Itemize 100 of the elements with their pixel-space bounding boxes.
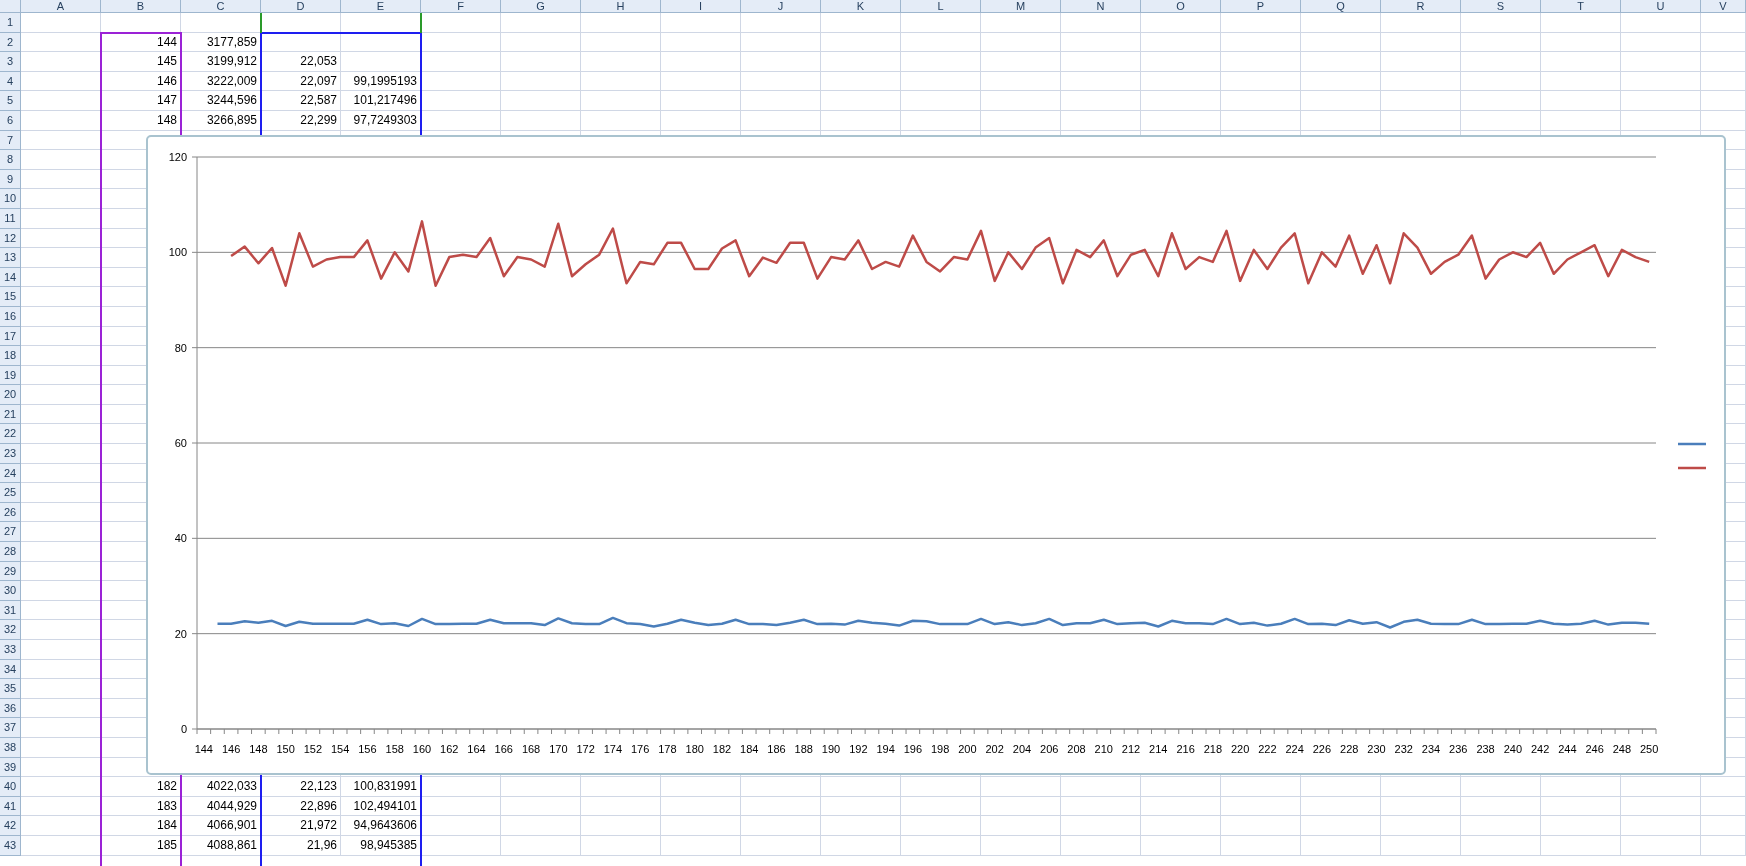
axis-tick-label: 244 bbox=[1558, 743, 1577, 755]
axis-tick-label: 190 bbox=[821, 743, 841, 755]
column-header[interactable]: P bbox=[1221, 0, 1301, 13]
axis-tick-label: 220 bbox=[1230, 743, 1250, 755]
row-header[interactable]: 3 bbox=[0, 52, 21, 72]
axis-tick-label: 156 bbox=[358, 743, 377, 755]
row-header[interactable]: 37 bbox=[0, 718, 21, 738]
row-header[interactable]: 10 bbox=[0, 189, 21, 209]
axis-tick-label: 186 bbox=[767, 743, 786, 755]
row-header[interactable]: 25 bbox=[0, 483, 21, 503]
axis-tick-label: 238 bbox=[1476, 743, 1495, 755]
column-header[interactable]: V bbox=[1701, 0, 1746, 13]
axis-tick-label: 218 bbox=[1203, 743, 1223, 755]
axis-tick-label: 236 bbox=[1449, 743, 1468, 755]
row-header[interactable]: 8 bbox=[0, 150, 21, 170]
axis-tick-label: 198 bbox=[930, 743, 950, 755]
axis-tick-label: 196 bbox=[903, 743, 923, 755]
row-header[interactable]: 15 bbox=[0, 287, 21, 307]
axis-tick-label: 230 bbox=[1367, 743, 1386, 755]
axis-tick-label: 178 bbox=[658, 743, 677, 755]
axis-tick-label: 80 bbox=[174, 341, 187, 354]
row-header[interactable]: 5 bbox=[0, 91, 21, 111]
column-header[interactable]: R bbox=[1381, 0, 1461, 13]
axis-tick-label: 158 bbox=[385, 743, 404, 755]
column-header[interactable]: J bbox=[741, 0, 821, 13]
axis-tick-label: 232 bbox=[1394, 743, 1413, 755]
axis-tick-label: 242 bbox=[1530, 743, 1550, 755]
column-header[interactable]: B bbox=[101, 0, 181, 13]
axis-tick-label: 200 bbox=[958, 743, 977, 755]
axis-tick-label: 100 bbox=[168, 246, 187, 259]
column-header[interactable]: T bbox=[1541, 0, 1621, 13]
axis-tick-label: 120 bbox=[168, 151, 187, 163]
axis-tick-label: 170 bbox=[549, 743, 568, 755]
axis-tick-label: 160 bbox=[412, 743, 432, 755]
column-header[interactable]: F bbox=[421, 0, 501, 13]
axis-tick-label: 204 bbox=[1012, 743, 1032, 755]
axis-tick-label: 202 bbox=[985, 743, 1004, 755]
axis-tick-label: 246 bbox=[1585, 743, 1604, 755]
column-header[interactable]: I bbox=[661, 0, 741, 13]
axis-tick-label: 192 bbox=[849, 743, 868, 755]
column-header[interactable]: U bbox=[1621, 0, 1701, 13]
column-header[interactable]: O bbox=[1141, 0, 1221, 13]
row-header[interactable]: 42 bbox=[0, 816, 21, 836]
column-header[interactable]: N bbox=[1061, 0, 1141, 13]
row-header[interactable]: 33 bbox=[0, 640, 21, 660]
axis-tick-label: 0 bbox=[180, 723, 187, 735]
axis-tick-label: 180 bbox=[685, 743, 704, 755]
column-header[interactable]: L bbox=[901, 0, 981, 13]
axis-tick-label: 182 bbox=[712, 743, 732, 755]
axis-tick-label: 154 bbox=[331, 743, 350, 755]
axis-tick-label: 166 bbox=[494, 743, 513, 755]
column-header[interactable]: S bbox=[1461, 0, 1541, 13]
column-header[interactable]: E bbox=[341, 0, 421, 13]
axis-tick-label: 188 bbox=[794, 743, 813, 755]
axis-tick-label: 224 bbox=[1285, 743, 1304, 755]
axis-tick-label: 240 bbox=[1503, 743, 1522, 755]
axis-tick-label: 214 bbox=[1149, 743, 1168, 755]
axis-tick-label: 174 bbox=[603, 743, 623, 755]
axis-tick-label: 226 bbox=[1312, 743, 1332, 755]
axis-tick-label: 40 bbox=[174, 532, 187, 545]
row-header[interactable]: 22 bbox=[0, 424, 21, 445]
row-header[interactable]: 27 bbox=[0, 522, 21, 543]
column-header[interactable]: A bbox=[21, 0, 101, 13]
axis-tick-label: 248 bbox=[1612, 743, 1632, 755]
axis-tick-label: 172 bbox=[576, 743, 595, 755]
axis-tick-label: 212 bbox=[1121, 743, 1141, 755]
axis-tick-label: 146 bbox=[221, 743, 241, 755]
column-header[interactable]: D bbox=[261, 0, 341, 13]
axis-tick-label: 216 bbox=[1176, 743, 1195, 755]
column-header[interactable]: C bbox=[181, 0, 261, 13]
axis-tick-label: 168 bbox=[521, 743, 541, 755]
row-header[interactable]: 18 bbox=[0, 346, 21, 366]
axis-tick-label: 150 bbox=[276, 743, 295, 755]
axis-tick-label: 144 bbox=[194, 743, 213, 755]
axis-tick-label: 184 bbox=[740, 743, 759, 755]
axis-tick-label: 228 bbox=[1340, 743, 1359, 755]
axis-tick-label: 20 bbox=[174, 627, 187, 640]
axis-tick-label: 152 bbox=[303, 743, 323, 755]
row-header[interactable]: 32 bbox=[0, 620, 21, 640]
axis-tick-label: 162 bbox=[440, 743, 459, 755]
column-header[interactable]: Q bbox=[1301, 0, 1381, 13]
column-header[interactable]: H bbox=[581, 0, 661, 13]
row-header[interactable]: 13 bbox=[0, 248, 21, 268]
axis-tick-label: 60 bbox=[174, 437, 187, 449]
axis-tick-label: 164 bbox=[467, 743, 486, 755]
row-header[interactable]: 20 bbox=[0, 385, 21, 405]
row-header[interactable]: 40 bbox=[0, 777, 21, 797]
axis-tick-label: 210 bbox=[1094, 743, 1113, 755]
axis-tick-label: 148 bbox=[249, 743, 268, 755]
column-header[interactable]: K bbox=[821, 0, 901, 13]
column-header[interactable]: G bbox=[501, 0, 581, 13]
axis-tick-label: 222 bbox=[1258, 743, 1277, 755]
row-header[interactable]: 35 bbox=[0, 679, 21, 699]
axis-tick-label: 206 bbox=[1040, 743, 1059, 755]
axis-tick-label: 194 bbox=[876, 743, 895, 755]
row-header[interactable]: 23 bbox=[0, 444, 21, 464]
row-header[interactable]: 1 bbox=[0, 13, 21, 33]
column-header[interactable]: M bbox=[981, 0, 1061, 13]
row-header[interactable]: 30 bbox=[0, 581, 21, 601]
row-header[interactable]: 28 bbox=[0, 542, 21, 562]
